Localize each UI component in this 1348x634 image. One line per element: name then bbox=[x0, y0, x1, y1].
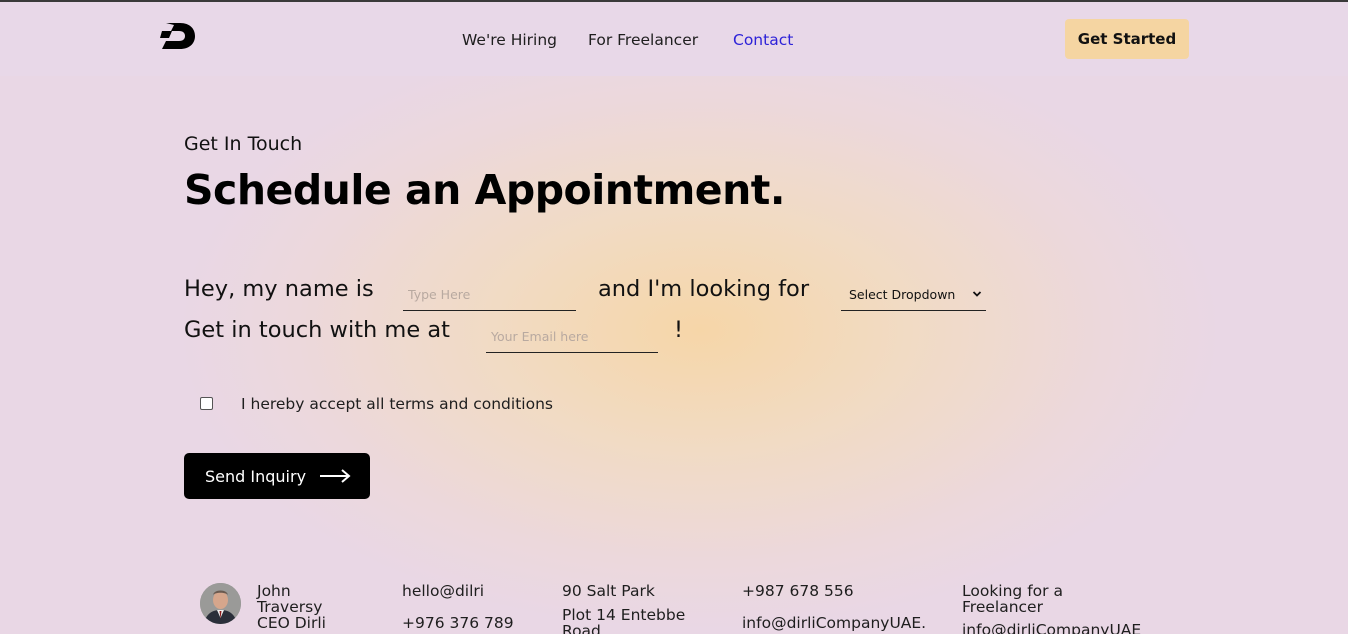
dropdown-selected-value: Select Dropdown bbox=[849, 287, 956, 302]
footer-phone-2[interactable]: +987 678 556 bbox=[742, 583, 854, 599]
footer-phone-1[interactable]: +976 376 789 bbox=[402, 615, 514, 631]
name-input[interactable] bbox=[403, 279, 576, 311]
form-line1-prefix: Hey, my name is bbox=[184, 276, 374, 302]
freelancer-heading-line1: Looking for a bbox=[962, 582, 1063, 600]
footer-email-uae[interactable]: info@dirliCompanyUAE. bbox=[742, 615, 926, 631]
address-line3: Road bbox=[562, 622, 601, 634]
get-started-button[interactable]: Get Started bbox=[1065, 19, 1189, 59]
page-title: Schedule an Appointment. bbox=[184, 166, 785, 214]
address-line1: 90 Salt Park bbox=[562, 582, 655, 600]
top-navbar: We're Hiring For Freelancer Contact Get … bbox=[0, 2, 1348, 76]
form-line2-prefix: Get in touch with me at bbox=[184, 317, 450, 343]
contact-name-line2: Traversy bbox=[257, 598, 323, 616]
terms-checkbox[interactable] bbox=[200, 397, 213, 410]
nav-link-hiring[interactable]: We're Hiring bbox=[462, 31, 557, 49]
nav-link-freelancer[interactable]: For Freelancer bbox=[588, 31, 698, 49]
footer-email[interactable]: hello@dilri bbox=[402, 583, 484, 599]
freelancer-heading-line2: Freelancer bbox=[962, 598, 1043, 616]
contact-name-line1: John bbox=[257, 582, 291, 600]
arrow-right-icon bbox=[320, 469, 351, 483]
send-inquiry-button[interactable]: Send Inquiry bbox=[184, 453, 370, 499]
avatar bbox=[200, 583, 241, 624]
chevron-down-icon bbox=[972, 291, 982, 297]
freelancer-email[interactable]: info@dirliCompanyUAE bbox=[962, 622, 1141, 634]
form-line2-suffix: ! bbox=[674, 317, 684, 343]
brand-logo-icon[interactable] bbox=[160, 21, 196, 51]
section-eyebrow: Get In Touch bbox=[184, 133, 303, 155]
address-line2: Plot 14 Entebbe bbox=[562, 606, 686, 624]
form-line1-middle: and I'm looking for bbox=[598, 276, 810, 302]
send-inquiry-label: Send Inquiry bbox=[205, 466, 307, 486]
contact-role: CEO Dirli bbox=[257, 614, 326, 632]
nav-link-contact[interactable]: Contact bbox=[733, 31, 793, 49]
terms-label[interactable]: I hereby accept all terms and conditions bbox=[241, 395, 553, 413]
service-dropdown[interactable]: Select Dropdown bbox=[841, 279, 986, 311]
email-input[interactable] bbox=[486, 320, 658, 353]
